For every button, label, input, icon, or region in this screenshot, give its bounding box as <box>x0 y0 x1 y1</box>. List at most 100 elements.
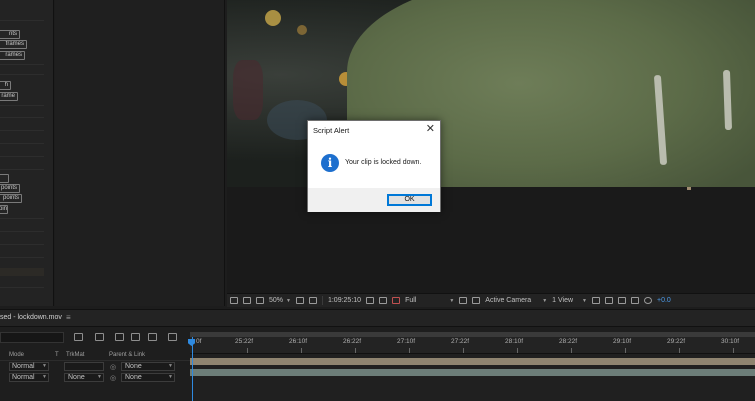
pixel-aspect-icon[interactable] <box>592 297 600 304</box>
bokeh-light <box>297 25 307 35</box>
row-divider <box>0 156 44 157</box>
always-preview-icon[interactable] <box>230 297 238 304</box>
layer-parent: None <box>125 374 142 381</box>
column-mode: Mode <box>9 352 25 358</box>
ruler-tick <box>679 348 680 353</box>
column-t: T <box>55 352 59 358</box>
comp-flowchart-icon[interactable] <box>74 333 83 341</box>
ruler-label: 26:10f <box>289 338 308 345</box>
layer-duration-bar[interactable] <box>190 358 755 365</box>
layer-trkmat: None <box>68 374 85 381</box>
ruler-label: 27:22f <box>451 338 470 345</box>
motion-blur-icon[interactable] <box>148 333 157 341</box>
info-icon: i <box>321 154 339 172</box>
effects-panel: nts frames rames h rame points points oi… <box>0 0 54 306</box>
ruler-label: 29:22f <box>667 338 686 345</box>
timecode-display[interactable]: 1:09:25:10 <box>328 297 361 304</box>
fast-preview-icon[interactable] <box>605 297 613 304</box>
ruler-label: 29:10f <box>613 338 632 345</box>
effect-button[interactable]: points <box>0 194 22 203</box>
effect-button[interactable]: oints <box>0 205 8 214</box>
ruler-tick <box>463 348 464 353</box>
dialog-titlebar[interactable]: Script Alert ✕ <box>308 121 440 139</box>
layer-mode: Normal <box>12 363 35 370</box>
row-divider <box>0 117 44 118</box>
camera-snapshot-icon[interactable] <box>366 297 375 304</box>
row-divider <box>0 257 44 258</box>
pickwhip-icon[interactable]: ◎ <box>110 374 116 382</box>
layer-row[interactable]: Normal ▼ None ▼ ◎ None ▼ <box>0 373 190 383</box>
close-icon[interactable]: ✕ <box>426 123 435 135</box>
dialog-footer: OK <box>308 188 440 212</box>
camera-dropdown[interactable]: Active Camera ▼ <box>485 297 547 304</box>
frame-blending-icon[interactable] <box>131 333 140 341</box>
row-divider <box>0 74 44 75</box>
timeline-panel: sed - lockdown.mov ≡ Mode T TrkMat Paren… <box>0 309 755 401</box>
ruler-label: 26:22f <box>343 338 362 345</box>
ruler-tick <box>355 348 356 353</box>
timeline-icon[interactable] <box>618 297 626 304</box>
script-alert-dialog: Script Alert ✕ i Your clip is locked dow… <box>307 120 441 212</box>
panel-menu-icon[interactable]: ≡ <box>66 313 71 322</box>
toolbar-divider <box>321 296 323 305</box>
layer-search-input[interactable] <box>0 332 64 343</box>
bokeh-light <box>265 10 281 26</box>
time-ruler[interactable]: 0f 25:22f 26:10f 26:22f 27:10f 27:22f 28… <box>190 337 755 354</box>
effect-button[interactable]: points <box>0 184 20 193</box>
ruler-label: 25:22f <box>235 338 254 345</box>
vr-icon[interactable] <box>256 297 264 304</box>
grid-icon[interactable] <box>295 297 304 304</box>
ruler-tick <box>571 348 572 353</box>
ruler-label: 0f <box>196 338 202 345</box>
ruler-tick <box>733 348 734 353</box>
mask-icon[interactable] <box>308 297 317 304</box>
ok-button[interactable]: OK <box>387 194 432 206</box>
layer-row[interactable]: Normal ▼ ◎ None ▼ <box>0 362 190 372</box>
color-channel-icon[interactable] <box>392 297 401 304</box>
row-divider <box>0 169 44 170</box>
view-layout-dropdown[interactable]: 1 View ▼ <box>552 297 587 304</box>
draft-3d-icon[interactable] <box>95 333 104 341</box>
trkmat-dropdown[interactable] <box>64 362 104 371</box>
monitor-icon[interactable] <box>243 297 251 304</box>
view-layout-value: 1 View <box>552 297 574 304</box>
layer-mode: Normal <box>12 374 35 381</box>
effect-button[interactable]: frames <box>0 40 27 49</box>
dialog-title: Script Alert <box>313 126 350 135</box>
row-divider <box>0 105 44 106</box>
graph-editor-icon[interactable] <box>168 333 177 341</box>
effect-button[interactable]: nts <box>0 30 20 39</box>
show-snapshot-icon[interactable] <box>379 297 388 304</box>
effect-button[interactable]: rame <box>0 92 18 101</box>
flowchart-icon[interactable] <box>631 297 639 304</box>
chevron-down-icon: ▼ <box>42 374 47 380</box>
effect-button[interactable]: rames <box>0 51 25 60</box>
resolution-dropdown[interactable]: Full ▼ <box>405 297 454 304</box>
timeline-tab[interactable]: sed - lockdown.mov <box>0 314 62 321</box>
zoom-dropdown[interactable]: 50% ▼ <box>269 297 291 304</box>
column-header: Mode T TrkMat Parent & Link <box>0 351 190 361</box>
viewer-toolbar: 50% ▼ 1:09:25:10 Full ▼ Active Camera ▼ 1 V… <box>227 293 755 307</box>
secondary-panel <box>55 0 225 306</box>
row-divider <box>0 143 44 144</box>
row-divider <box>0 231 44 232</box>
layer-parent: None <box>125 363 142 370</box>
exposure-value[interactable]: +0.0 <box>657 297 671 304</box>
row-divider <box>0 218 44 219</box>
layer-duration-bar[interactable] <box>190 369 755 376</box>
region-of-interest-icon[interactable] <box>459 297 468 304</box>
row-divider <box>0 64 44 65</box>
exposure-icon[interactable] <box>644 297 652 304</box>
ruler-label: 28:22f <box>559 338 578 345</box>
chevron-down-icon: ▼ <box>168 363 173 369</box>
time-ruler-area[interactable]: 0f 25:22f 26:10f 26:22f 27:10f 27:22f 28… <box>188 328 755 401</box>
layer-track-area[interactable] <box>190 354 755 401</box>
transparency-grid-icon[interactable] <box>472 297 481 304</box>
pickwhip-icon[interactable]: ◎ <box>110 363 116 371</box>
effect-button[interactable]: h <box>0 81 11 90</box>
effect-button[interactable] <box>0 174 9 183</box>
chevron-down-icon: ▼ <box>42 363 47 369</box>
shy-icon[interactable] <box>115 333 124 341</box>
playhead-line[interactable] <box>192 337 193 401</box>
column-trkmat: TrkMat <box>66 352 85 358</box>
